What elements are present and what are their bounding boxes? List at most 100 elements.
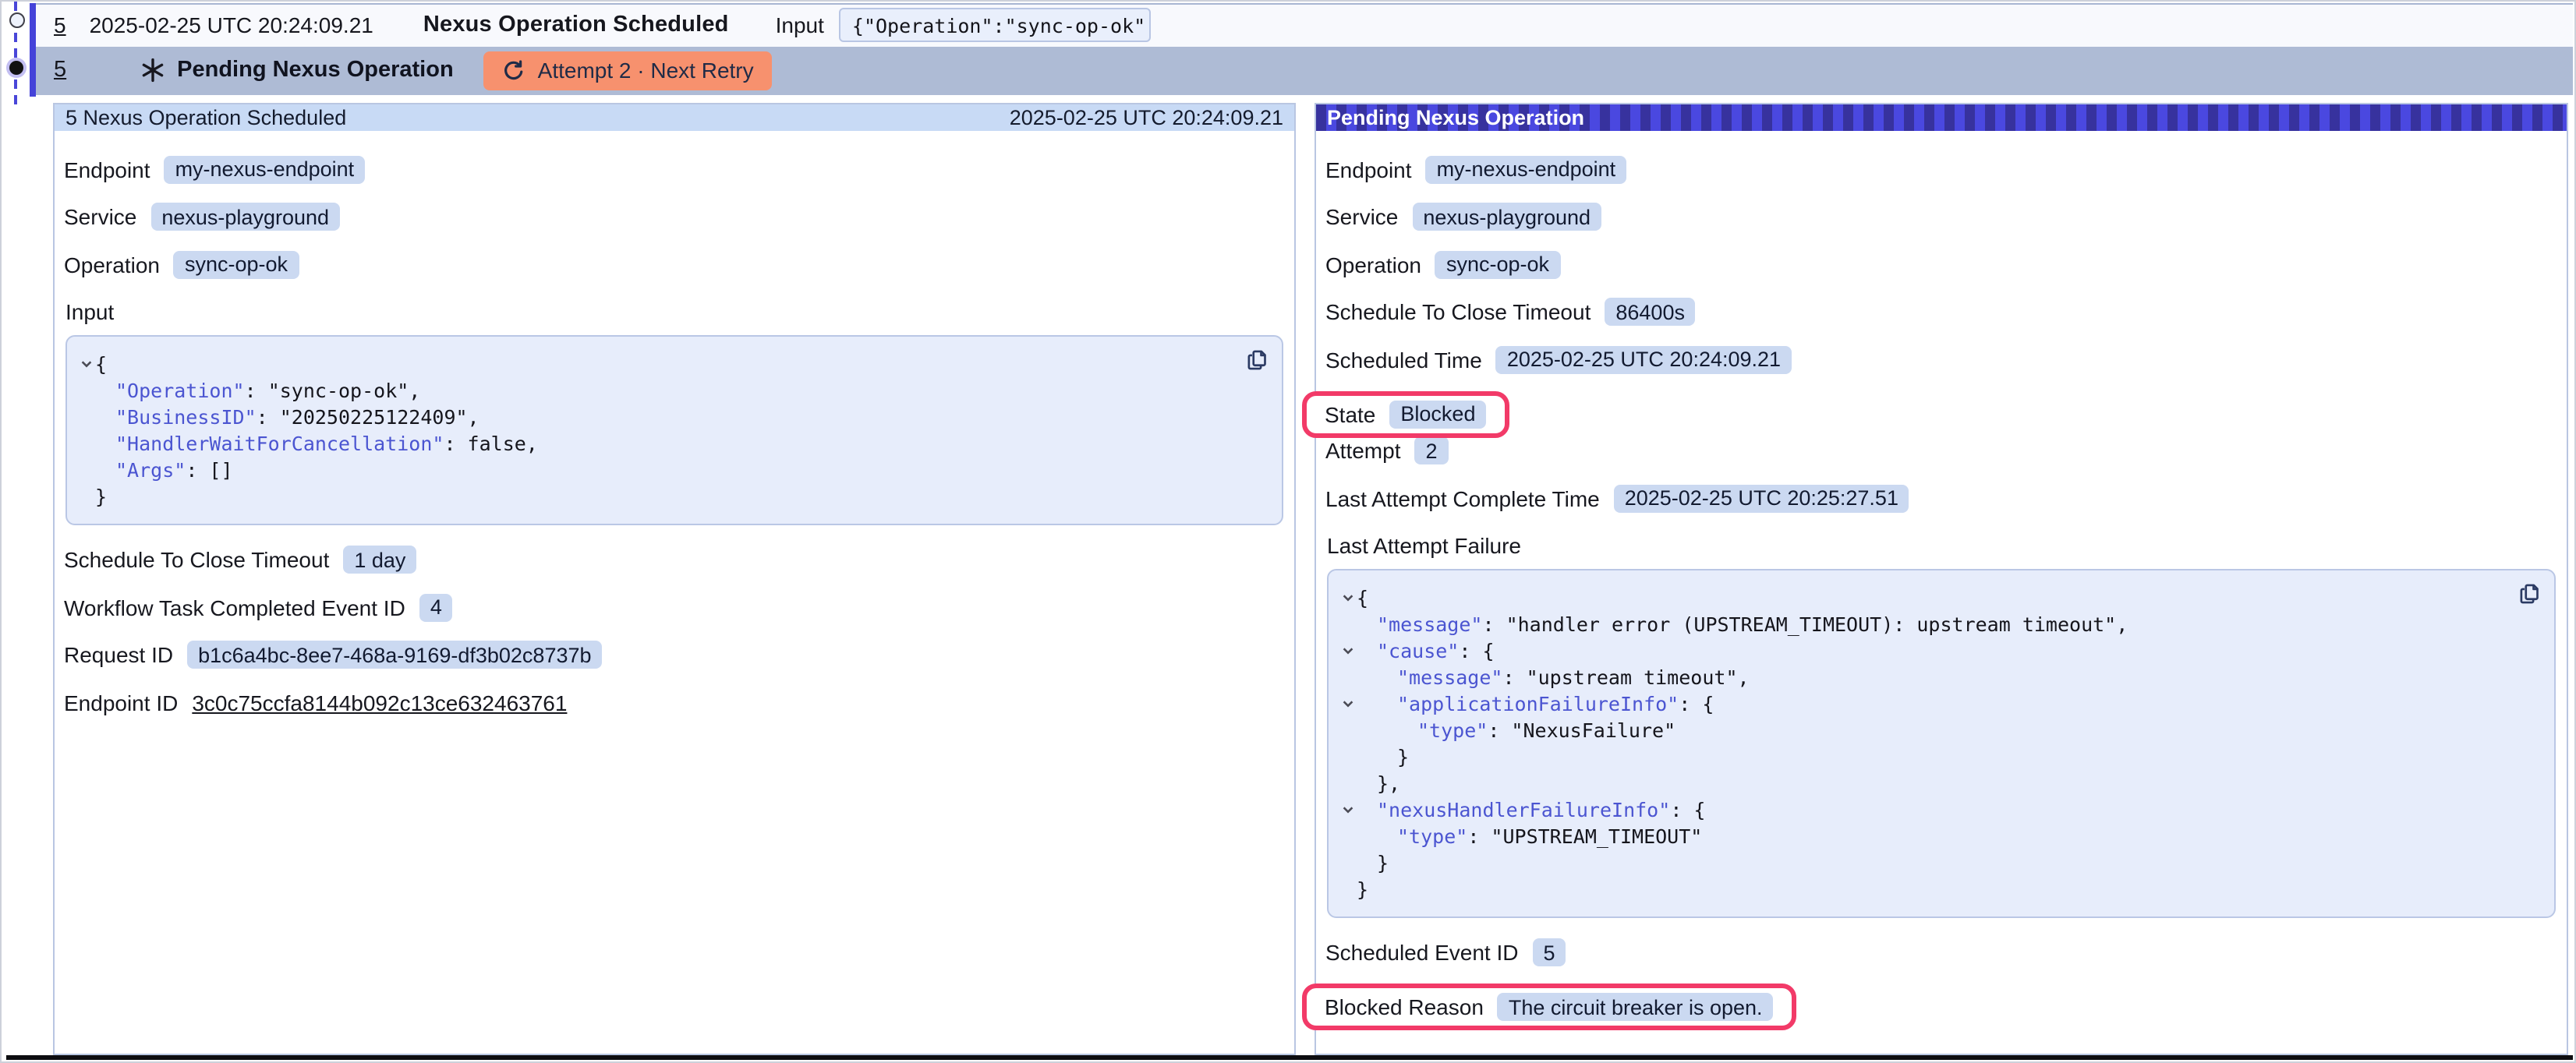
field-value-chip: Blocked — [1389, 400, 1486, 428]
field-row-schedule-to-close-timeout: Schedule To Close Timeout86400s — [1325, 295, 2557, 328]
panel-title: Pending Nexus Operation — [1327, 104, 1584, 131]
pending-operation-detail-panel: Pending Nexus Operation Endpoint my-nexus… — [1315, 103, 2568, 1055]
copy-button[interactable] — [2517, 581, 2542, 606]
field-row-service: Servicenexus-playground — [1325, 200, 2557, 233]
json-collapse-toggle[interactable] — [80, 350, 95, 376]
retry-icon — [502, 59, 525, 83]
event-id-link[interactable]: 5 — [54, 58, 66, 83]
json-gutter — [1341, 663, 1357, 690]
event-row-nexus-operation-scheduled[interactable]: 5 2025-02-25 UTC 20:24:09.21 Nexus Opera… — [36, 3, 2573, 46]
field-label: Operation — [1325, 252, 1421, 277]
field-row-endpoint: Endpoint my-nexus-endpoint — [1325, 153, 2557, 185]
field-row-scheduled-time: Scheduled Time 2025-02-25 UTC 20:24:09.21 — [1325, 343, 2557, 376]
json-gutter — [80, 456, 95, 482]
field-label: Schedule To Close Timeout — [64, 547, 329, 572]
attempt-retry-badge-label: Attempt 2 · Next Retry — [538, 58, 754, 83]
copy-icon — [2517, 581, 2542, 606]
event-timestamp: 2025-02-25 UTC 20:24:09.21 — [90, 13, 373, 38]
json-line: { — [1341, 584, 2539, 610]
field-value-chip: 2 — [1415, 436, 1449, 464]
field-label: State — [1325, 401, 1375, 426]
input-block-label: Input — [65, 295, 1285, 328]
pending-nexus-operation-row[interactable]: 5 Pending Nexus Operation Attempt 2 · Ne… — [36, 46, 2573, 95]
field-value-chip: sync-op-ok — [1435, 250, 1560, 278]
json-line: }, — [1341, 769, 2539, 796]
pending-asterisk-icon — [140, 58, 165, 83]
input-json-block: {"Operation": "sync-op-ok","BusinessID":… — [65, 334, 1283, 524]
json-line: "message": "upstream timeout", — [1341, 663, 2539, 690]
field-value-chip: 5 — [1533, 938, 1566, 966]
field-row-last-attempt-complete-time: Last Attempt Complete Time2025-02-25 UTC… — [1325, 482, 2557, 514]
field-label: Attempt — [1325, 438, 1401, 463]
json-collapse-toggle[interactable] — [1341, 637, 1357, 663]
selected-event-indicator-bar — [30, 3, 36, 97]
field-row-schedule-to-close-timeout: Schedule To Close Timeout 1 day — [64, 543, 1285, 576]
event-id-link[interactable]: 5 — [54, 13, 66, 38]
field-row-blocked-reason: Blocked Reason The circuit breaker is ope… — [1325, 984, 2557, 1030]
field-value-chip: 4 — [419, 593, 453, 621]
json-collapse-toggle[interactable] — [1341, 796, 1357, 822]
panel-title: 5 Nexus Operation Scheduled — [65, 104, 346, 131]
field-label: Scheduled Time — [1325, 347, 1482, 372]
json-line: "Args": [] — [80, 456, 1266, 482]
field-label: Operation — [64, 252, 160, 277]
json-line: "applicationFailureInfo": { — [1341, 690, 2539, 716]
json-gutter — [1341, 743, 1357, 769]
field-value-chip: nexus-playground — [150, 203, 340, 231]
field-row-service: Service nexus-playground — [64, 200, 1285, 233]
json-line: "BusinessID": "20250225122409", — [80, 403, 1266, 429]
field-value-link[interactable]: 3c0c75ccfa8144b092c13ce632463761 — [192, 690, 567, 715]
event-name: Nexus Operation Scheduled — [423, 13, 729, 38]
field-label: Service — [64, 204, 136, 229]
json-line: "type": "NexusFailure" — [1341, 716, 2539, 743]
json-line: } — [80, 482, 1266, 509]
json-line: { — [80, 350, 1266, 376]
json-gutter — [1341, 769, 1357, 796]
field-row-attempt: Attempt 2 — [1325, 434, 2557, 467]
json-collapse-toggle[interactable] — [1341, 690, 1357, 716]
field-label: Endpoint — [1325, 157, 1412, 182]
json-gutter — [80, 403, 95, 429]
chevron-down-icon[interactable] — [1341, 802, 1355, 816]
chevron-down-icon[interactable] — [1341, 696, 1355, 710]
json-line: "nexusHandlerFailureInfo": { — [1341, 796, 2539, 822]
event-input-preview-chip[interactable]: {"Operation":"sync-op-ok","BusinessID":"… — [840, 9, 1152, 43]
json-gutter — [1341, 716, 1357, 743]
field-value-chip: b1c6a4bc-8ee7-468a-9169-df3b02c8737b — [187, 641, 602, 669]
field-value-chip: my-nexus-endpoint — [165, 155, 366, 183]
field-label: Schedule To Close Timeout — [1325, 299, 1591, 324]
json-line: } — [1341, 743, 2539, 769]
copy-button[interactable] — [1244, 347, 1269, 372]
json-gutter — [1341, 849, 1357, 875]
event-input-label: Input — [776, 13, 824, 38]
chevron-down-icon[interactable] — [1341, 590, 1355, 604]
field-row-endpoint: Endpointmy-nexus-endpoint — [64, 153, 1285, 185]
chevron-down-icon[interactable] — [1341, 643, 1355, 657]
chevron-down-icon[interactable] — [80, 356, 94, 370]
json-gutter — [1341, 610, 1357, 637]
json-line: } — [1341, 875, 2539, 902]
field-value-chip: sync-op-ok — [174, 250, 299, 278]
field-row-state: State Blocked — [1325, 390, 2557, 437]
attempt-retry-badge: Attempt 2 · Next Retry — [483, 51, 773, 90]
json-line: "Operation": "sync-op-ok", — [80, 376, 1266, 403]
copy-icon — [1244, 347, 1269, 372]
json-line: "cause": { — [1341, 637, 2539, 663]
timeline-event-marker-icon — [9, 12, 24, 28]
field-label: Blocked Reason — [1325, 994, 1484, 1019]
highlight-annotation-box: State Blocked — [1301, 390, 1509, 437]
scheduled-event-panel-header: 5 Nexus Operation Scheduled 2025-02-25 U… — [55, 104, 1294, 131]
json-gutter — [80, 482, 95, 509]
failure-block-label: Last Attempt Failure — [1327, 529, 2557, 562]
temporal-event-history-view: 5 2025-02-25 UTC 20:24:09.21 Nexus Opera… — [0, 0, 2576, 1063]
field-value-chip: my-nexus-endpoint — [1426, 155, 1627, 183]
field-value-chip: The circuit breaker is open. — [1498, 993, 1774, 1021]
panel-timestamp: 2025-02-25 UTC 20:24:09.21 — [1010, 104, 1283, 131]
json-line: } — [1341, 849, 2539, 875]
field-value-chip: 2025-02-25 UTC 20:24:09.21 — [1496, 345, 1792, 373]
field-label: Endpoint ID — [64, 690, 178, 715]
pending-operation-title: Pending Nexus Operation — [177, 58, 454, 83]
field-value-chip: 1 day — [343, 546, 416, 574]
field-label: Workflow Task Completed Event ID — [64, 595, 405, 620]
json-collapse-toggle[interactable] — [1341, 584, 1357, 610]
